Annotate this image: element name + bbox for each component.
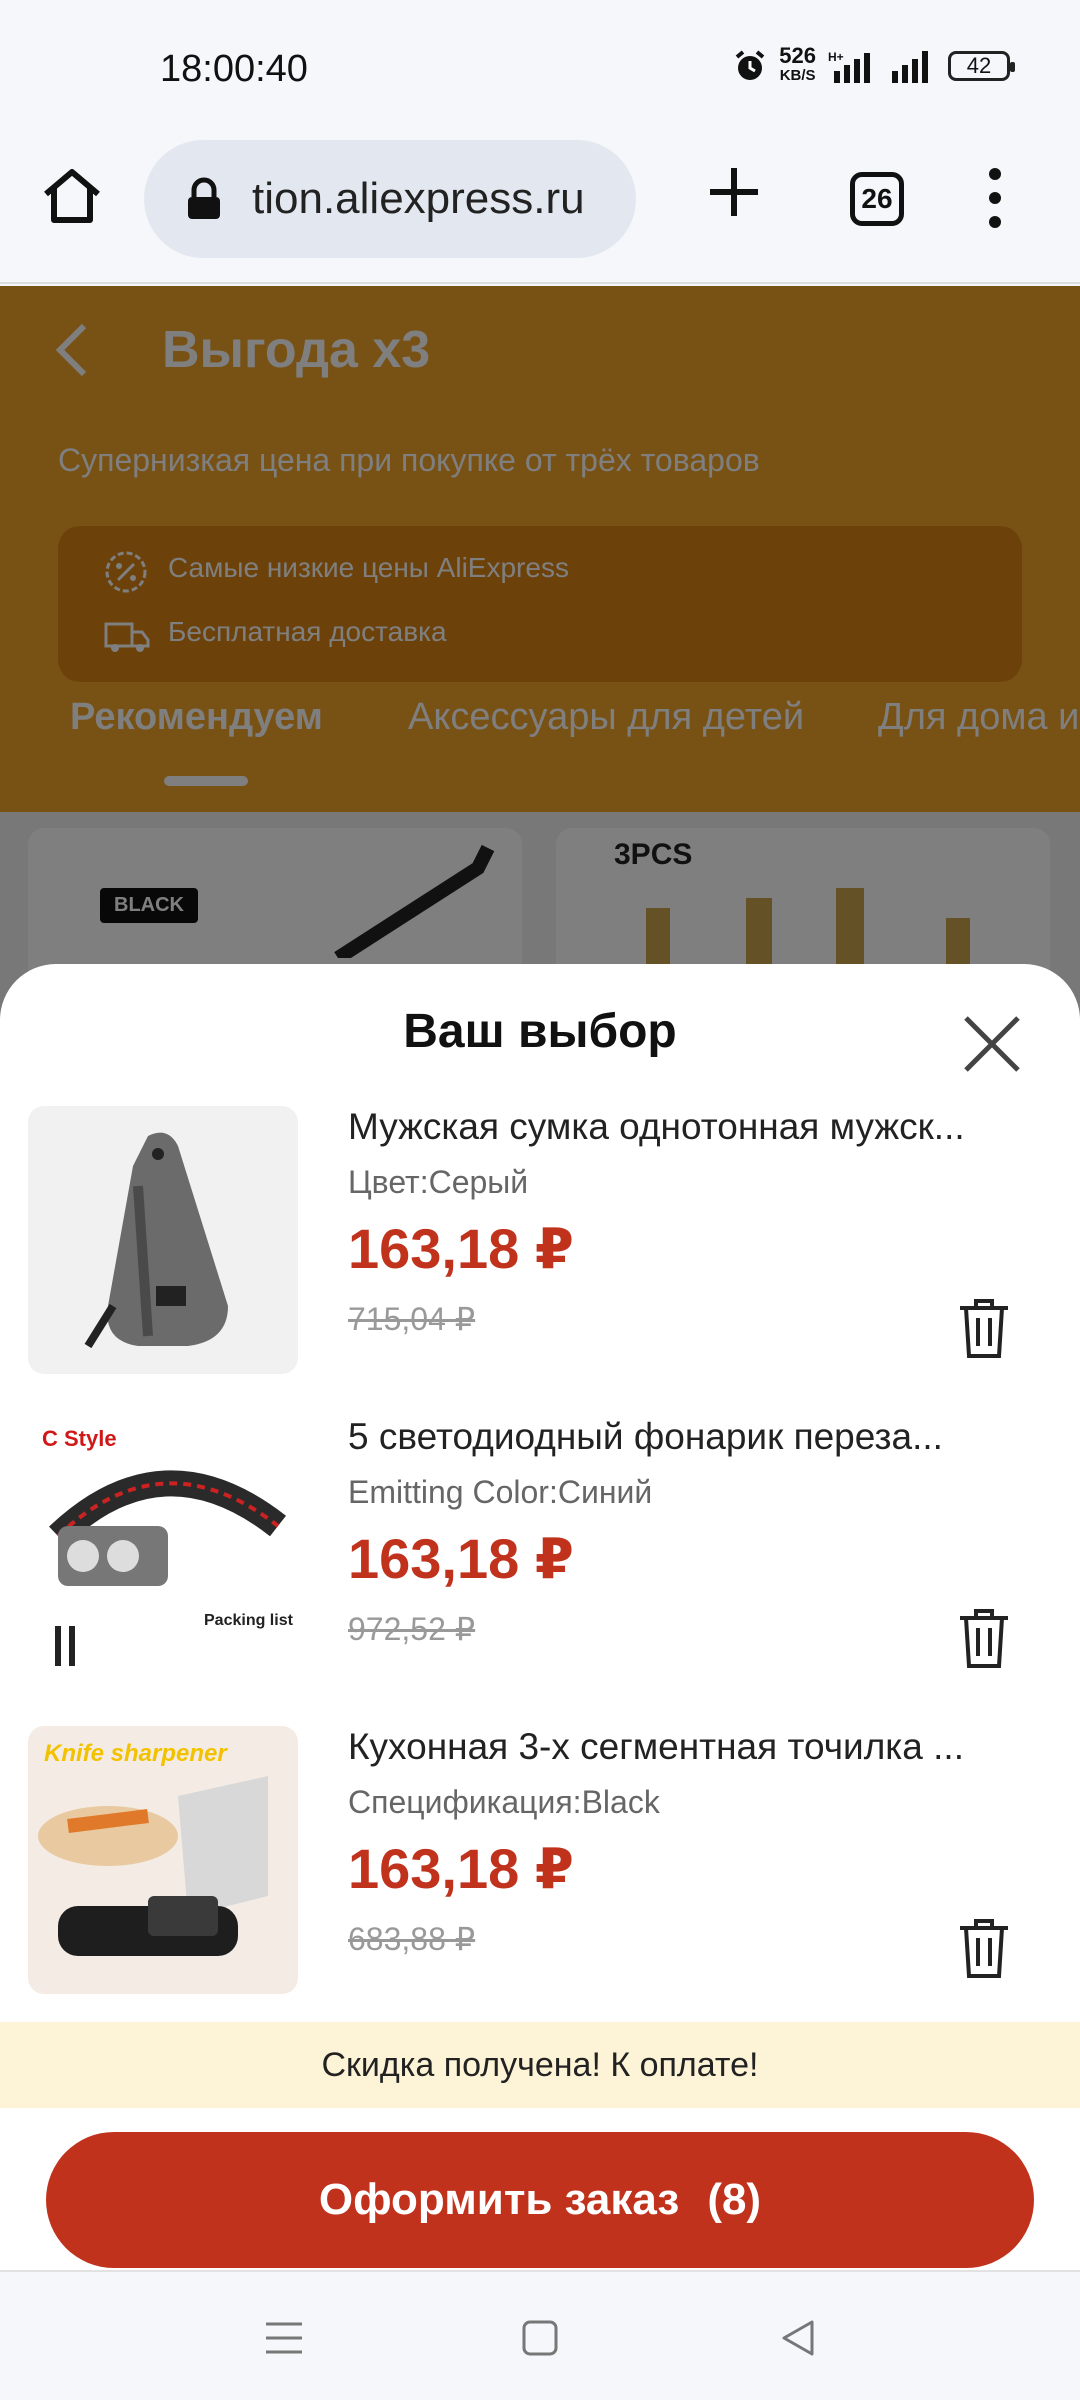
- cart-item[interactable]: Knife sharpener Кухонная 3-х сегментная …: [0, 1726, 1080, 2006]
- selection-sheet: Ваш выбор Мужская сумка однотонная мужск…: [0, 964, 1080, 2270]
- new-tab-icon[interactable]: [706, 164, 762, 220]
- item-variant: Цвет:Серый: [348, 1164, 529, 1200]
- sling-bag-image: [84, 1132, 228, 1349]
- item-old-price: 683,88 ₽: [348, 1921, 476, 1957]
- trash-icon[interactable]: [956, 1916, 1012, 1980]
- knife-sharpener-image: [38, 1776, 268, 1956]
- status-bar: 18:00:40 526 KB/S H+ 42: [0, 0, 1080, 136]
- battery-indicator: 42: [948, 51, 1015, 81]
- item-title[interactable]: 5 светодиодный фонарик переза...: [348, 1416, 1008, 1458]
- sheet-title: Ваш выбор: [403, 1005, 677, 1058]
- checkout-count: (8): [707, 2175, 762, 2224]
- item-variant: Спецификация:Black: [348, 1784, 660, 1820]
- address-bar[interactable]: tion.aliexpress.ru: [144, 140, 636, 258]
- more-menu-icon[interactable]: [980, 166, 1010, 230]
- tab-switcher-button[interactable]: 26: [850, 172, 904, 226]
- home-nav-icon[interactable]: [518, 2316, 562, 2360]
- browser-toolbar: tion.aliexpress.ru 26: [0, 136, 1080, 284]
- status-time: 18:00:40: [160, 48, 308, 90]
- product-thumbnail[interactable]: C Style Packing list: [28, 1416, 298, 1684]
- thumb-label: Packing list: [204, 1612, 293, 1629]
- network-speed: 526 KB/S: [779, 43, 816, 85]
- svg-text:H+: H+: [828, 50, 844, 64]
- status-icons: 526 KB/S H+ 42: [733, 43, 1015, 86]
- item-title[interactable]: Мужская сумка однотонная мужск...: [348, 1106, 1008, 1148]
- trash-icon[interactable]: [956, 1606, 1012, 1670]
- cart-item[interactable]: C Style Packing list 5 светодиодный фона…: [0, 1416, 1080, 1696]
- item-variant: Emitting Color:Синий: [348, 1474, 653, 1510]
- item-price: 163,18 ₽: [348, 1837, 574, 1900]
- product-thumbnail[interactable]: Knife sharpener: [28, 1726, 298, 1994]
- back-nav-icon[interactable]: [776, 2316, 820, 2360]
- checkout-button[interactable]: Оформить заказ (8): [46, 2132, 1034, 2268]
- alarm-icon: [736, 50, 765, 80]
- checkout-label: Оформить заказ: [318, 2175, 680, 2224]
- signal-icon-2: [892, 51, 928, 83]
- usb-cable-image: [55, 1626, 75, 1666]
- discount-banner: Скидка получена! К оплате!: [0, 2022, 1080, 2108]
- headlamp-image: [49, 1470, 287, 1586]
- signal-icon: H+: [828, 50, 870, 83]
- home-icon[interactable]: [40, 164, 104, 228]
- item-old-price: 715,04 ₽: [348, 1301, 476, 1337]
- product-thumbnail[interactable]: [28, 1106, 298, 1374]
- close-icon[interactable]: [960, 1012, 1024, 1076]
- trash-icon[interactable]: [956, 1296, 1012, 1360]
- thumb-label: Knife sharpener: [44, 1740, 227, 1767]
- recents-icon[interactable]: [262, 2316, 306, 2360]
- cart-item[interactable]: Мужская сумка однотонная мужск... Цвет:С…: [0, 1106, 1080, 1386]
- item-price: 163,18 ₽: [348, 1217, 574, 1280]
- system-nav-bar: [0, 2270, 1080, 2400]
- lock-icon: [188, 177, 220, 219]
- url-text[interactable]: tion.aliexpress.ru: [252, 174, 585, 224]
- item-old-price: 972,52 ₽: [348, 1611, 476, 1647]
- item-price: 163,18 ₽: [348, 1527, 574, 1590]
- item-title[interactable]: Кухонная 3-х сегментная точилка ...: [348, 1726, 1008, 1768]
